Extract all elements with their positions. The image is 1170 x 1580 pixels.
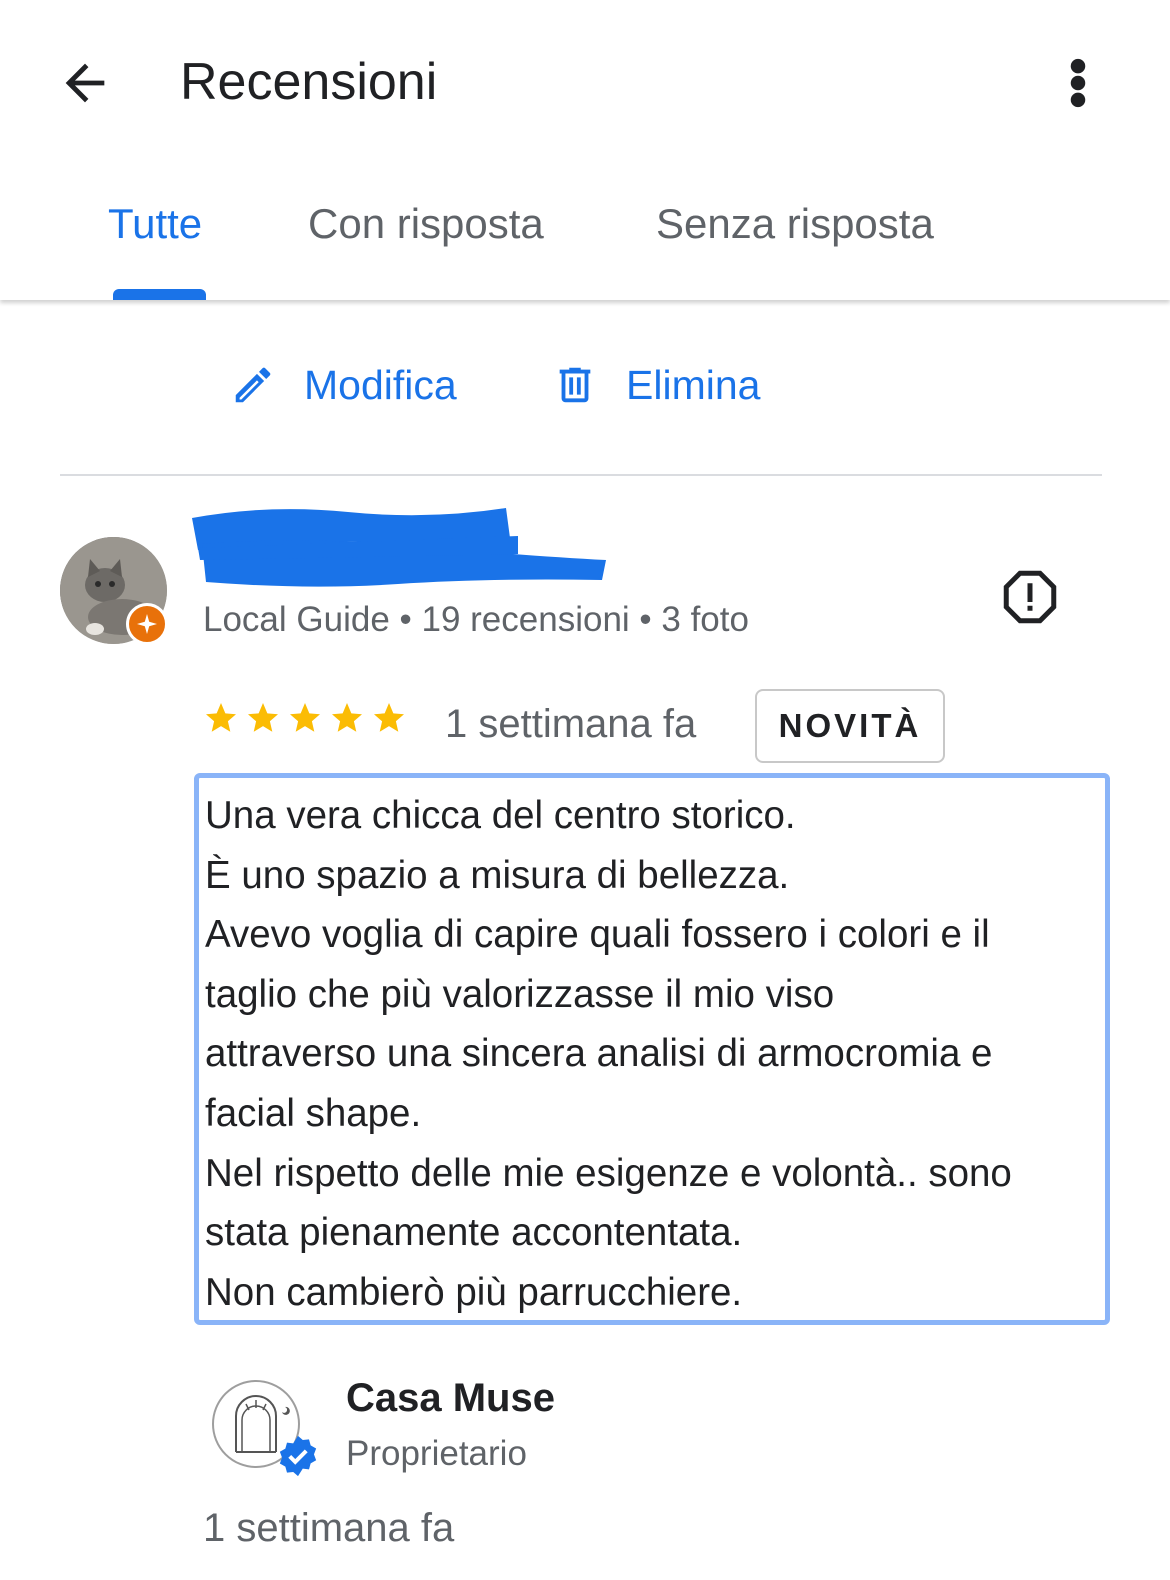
tab-con-risposta[interactable]: Con risposta — [308, 200, 544, 248]
top-app-bar: Recensioni Tutte Con risposta Senza risp… — [0, 0, 1170, 300]
review-line: stata pienamente accontentata. — [205, 1211, 743, 1255]
verified-check-icon — [279, 1435, 317, 1477]
owner-role: Proprietario — [346, 1434, 527, 1473]
new-badge: NOVITÀ — [755, 689, 945, 763]
arrow-back-icon[interactable] — [56, 54, 114, 112]
report-icon[interactable] — [1000, 567, 1060, 627]
review-line: Non cambierò più parrucchiere. — [205, 1270, 743, 1314]
review-line: Avevo voglia di capire quali fossero i c… — [205, 913, 990, 957]
review-text: Una vera chicca del centro storico. È un… — [194, 773, 1110, 1325]
page-title: Recensioni — [180, 53, 438, 111]
tab-tutte[interactable]: Tutte — [108, 200, 202, 248]
review-line: facial shape. — [205, 1091, 422, 1135]
review-line: taglio che più valorizzasse il mio viso — [205, 972, 835, 1016]
review-line: attraverso una sincera analisi di armocr… — [205, 1032, 993, 1076]
delete-label: Elimina — [626, 361, 761, 408]
edit-label: Modifica — [304, 361, 457, 408]
owner-reply-time: 1 settimana fa — [203, 1506, 455, 1550]
redacted-reviewer-name — [192, 508, 606, 587]
local-guide-badge-icon — [126, 603, 168, 645]
more-vert-icon[interactable] — [1060, 54, 1096, 112]
tab-senza-risposta[interactable]: Senza risposta — [656, 200, 934, 248]
star-icon — [332, 703, 362, 732]
divider — [60, 474, 1102, 476]
owner-name: Casa Muse — [346, 1376, 555, 1420]
delete-button[interactable]: Elimina — [552, 355, 760, 415]
review-time: 1 settimana fa — [445, 702, 697, 746]
review-line: È uno spazio a misura di bellezza. — [205, 853, 790, 897]
star-icon — [206, 703, 236, 732]
active-tab-indicator — [113, 289, 206, 300]
edit-button[interactable]: Modifica — [230, 355, 457, 415]
trash-icon — [559, 367, 591, 403]
star-icon — [374, 703, 404, 732]
star-icon — [248, 703, 278, 732]
review-line: Nel rispetto delle mie esigenze e volont… — [205, 1151, 1012, 1195]
star-icon — [290, 703, 320, 732]
reviewer-meta: Local Guide • 19 recensioni • 3 foto — [203, 600, 749, 639]
pencil-icon — [235, 367, 271, 403]
review-line: Una vera chicca del centro storico. — [205, 794, 796, 837]
star-rating — [203, 700, 407, 736]
